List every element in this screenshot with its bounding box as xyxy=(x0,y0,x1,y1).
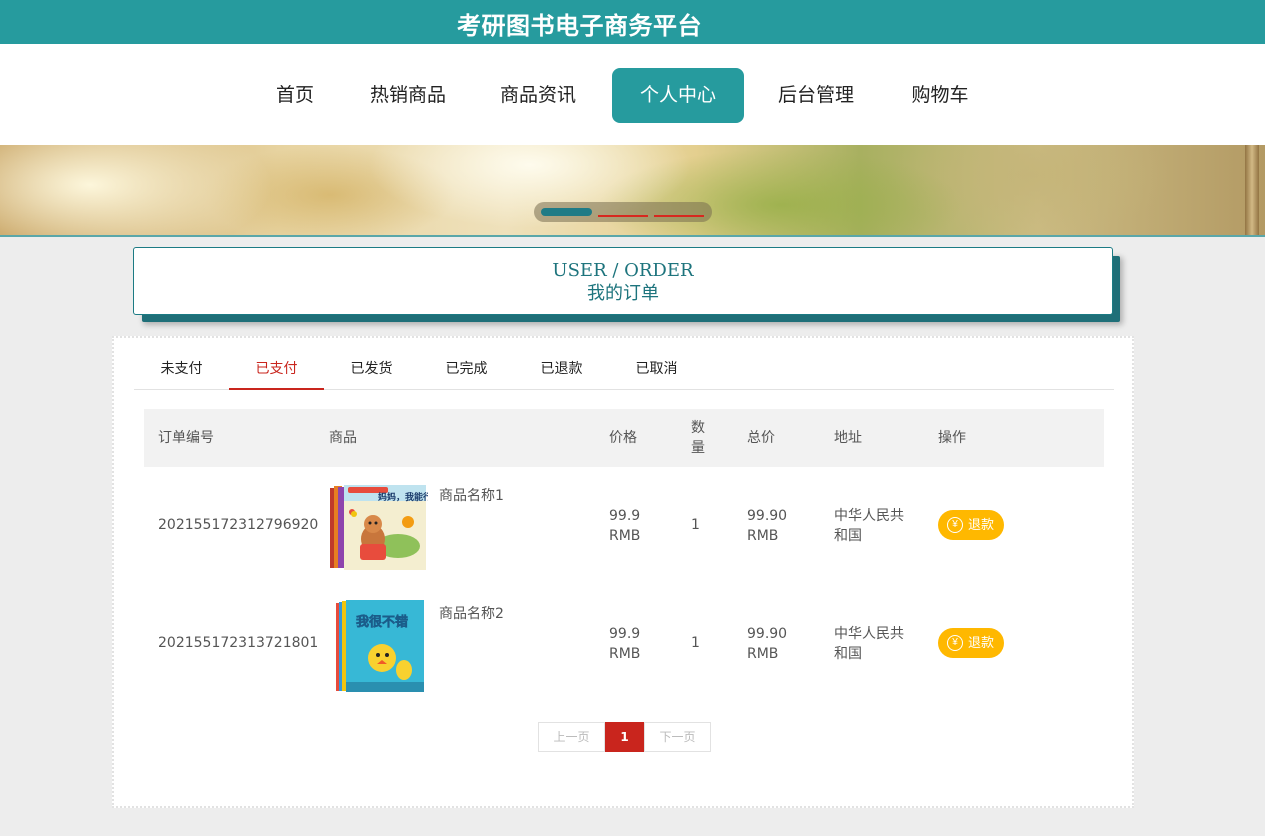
price-value: 99.9 xyxy=(609,508,641,524)
tab-shipped[interactable]: 已发货 xyxy=(324,352,419,390)
address: 中华人民共 和国 xyxy=(834,506,904,546)
tab-refunded[interactable]: 已退款 xyxy=(514,352,609,390)
carousel-dot-2[interactable] xyxy=(598,215,648,217)
nav-item-product-news[interactable]: 商品资讯 xyxy=(488,68,588,123)
total-value: 99.90 xyxy=(747,626,788,642)
order-number: 202155172312796920 xyxy=(158,517,319,533)
section-title-en: USER / ORDER xyxy=(552,260,694,281)
column-header-price: 价格 xyxy=(609,430,637,446)
column-header-qty: 数 量 xyxy=(691,418,705,458)
quantity: 1 xyxy=(691,635,700,651)
tab-completed[interactable]: 已完成 xyxy=(419,352,514,390)
section-title-cn: 我的订单 xyxy=(587,283,659,304)
column-header-total: 总价 xyxy=(747,430,775,446)
tab-cancelled[interactable]: 已取消 xyxy=(609,352,704,390)
page-number-current[interactable]: 1 xyxy=(605,722,644,752)
total-price: 99.90 RMB xyxy=(747,506,787,546)
column-header-action: 操作 xyxy=(938,430,966,446)
tab-paid[interactable]: 已支付 xyxy=(229,352,324,390)
table-header: 订单编号 商品 价格 数 量 总价 地址 操作 xyxy=(144,409,1104,467)
carousel-indicators xyxy=(534,202,712,222)
orders-panel: 未支付 已支付 已发货 已完成 已退款 已取消 订单编号 商品 价格 数 量 总… xyxy=(112,336,1134,808)
total-price: 99.90 RMB xyxy=(747,624,787,664)
product-image[interactable]: 我很不错 xyxy=(334,600,426,694)
yen-icon: ¥ xyxy=(947,516,963,533)
product-name[interactable]: 商品名称2 xyxy=(439,604,504,624)
nav-item-home[interactable]: 首页 xyxy=(262,68,328,123)
price-unit: RMB xyxy=(609,528,641,544)
refund-label: 退款 xyxy=(968,635,995,650)
product-name[interactable]: 商品名称1 xyxy=(439,486,504,506)
address-line1: 中华人民共 xyxy=(834,626,904,642)
nav-item-user-center[interactable]: 个人中心 xyxy=(612,68,744,123)
total-value: 99.90 xyxy=(747,508,788,524)
address: 中华人民共 和国 xyxy=(834,624,904,664)
column-header-product: 商品 xyxy=(329,430,357,446)
price: 99.9 RMB xyxy=(609,624,640,664)
tab-unpaid[interactable]: 未支付 xyxy=(134,352,229,390)
price-unit: RMB xyxy=(609,646,641,662)
site-title: 考研图书电子商务平台 xyxy=(457,12,702,40)
refund-label: 退款 xyxy=(968,517,995,532)
main-nav: 首页 热销商品 商品资讯 个人中心 后台管理 购物车 xyxy=(0,44,1265,145)
nav-item-cart[interactable]: 购物车 xyxy=(898,68,982,123)
address-line2: 和国 xyxy=(834,528,862,544)
carousel-dot-1[interactable] xyxy=(541,208,592,216)
nav-item-admin[interactable]: 后台管理 xyxy=(766,68,866,123)
address-line2: 和国 xyxy=(834,646,862,662)
next-page-button[interactable]: 下一页 xyxy=(644,722,711,752)
column-header-order-no: 订单编号 xyxy=(158,430,214,446)
order-status-tabs: 未支付 已支付 已发货 已完成 已退款 已取消 xyxy=(134,352,1114,390)
column-header-address: 地址 xyxy=(834,430,862,446)
total-unit: RMB xyxy=(747,646,779,662)
product-image[interactable]: 妈妈，我能行 xyxy=(328,484,428,572)
pagination: 上一页 1 下一页 xyxy=(538,722,711,752)
price: 99.9 RMB xyxy=(609,506,640,546)
column-header-qty-line2: 量 xyxy=(691,440,705,456)
address-line1: 中华人民共 xyxy=(834,508,904,524)
prev-page-button[interactable]: 上一页 xyxy=(538,722,605,752)
total-unit: RMB xyxy=(747,528,779,544)
refund-button[interactable]: ¥ 退款 xyxy=(938,510,1004,540)
refund-button[interactable]: ¥ 退款 xyxy=(938,628,1004,658)
banner-carousel xyxy=(0,145,1265,237)
quantity: 1 xyxy=(691,517,700,533)
section-header: USER / ORDER 我的订单 xyxy=(133,247,1113,315)
order-number: 202155172313721801 xyxy=(158,635,319,651)
carousel-dot-3[interactable] xyxy=(654,215,704,217)
product-cover-title: 我很不错 xyxy=(356,614,408,630)
top-bar: 考研图书电子商务平台 xyxy=(0,0,1265,44)
price-value: 99.9 xyxy=(609,626,641,642)
column-header-qty-line1: 数 xyxy=(691,420,705,436)
yen-icon: ¥ xyxy=(947,634,963,651)
product-cover-title: 妈妈，我能行 xyxy=(378,491,428,503)
nav-item-hot-products[interactable]: 热销商品 xyxy=(358,68,458,123)
banner-decoration xyxy=(1245,145,1259,235)
